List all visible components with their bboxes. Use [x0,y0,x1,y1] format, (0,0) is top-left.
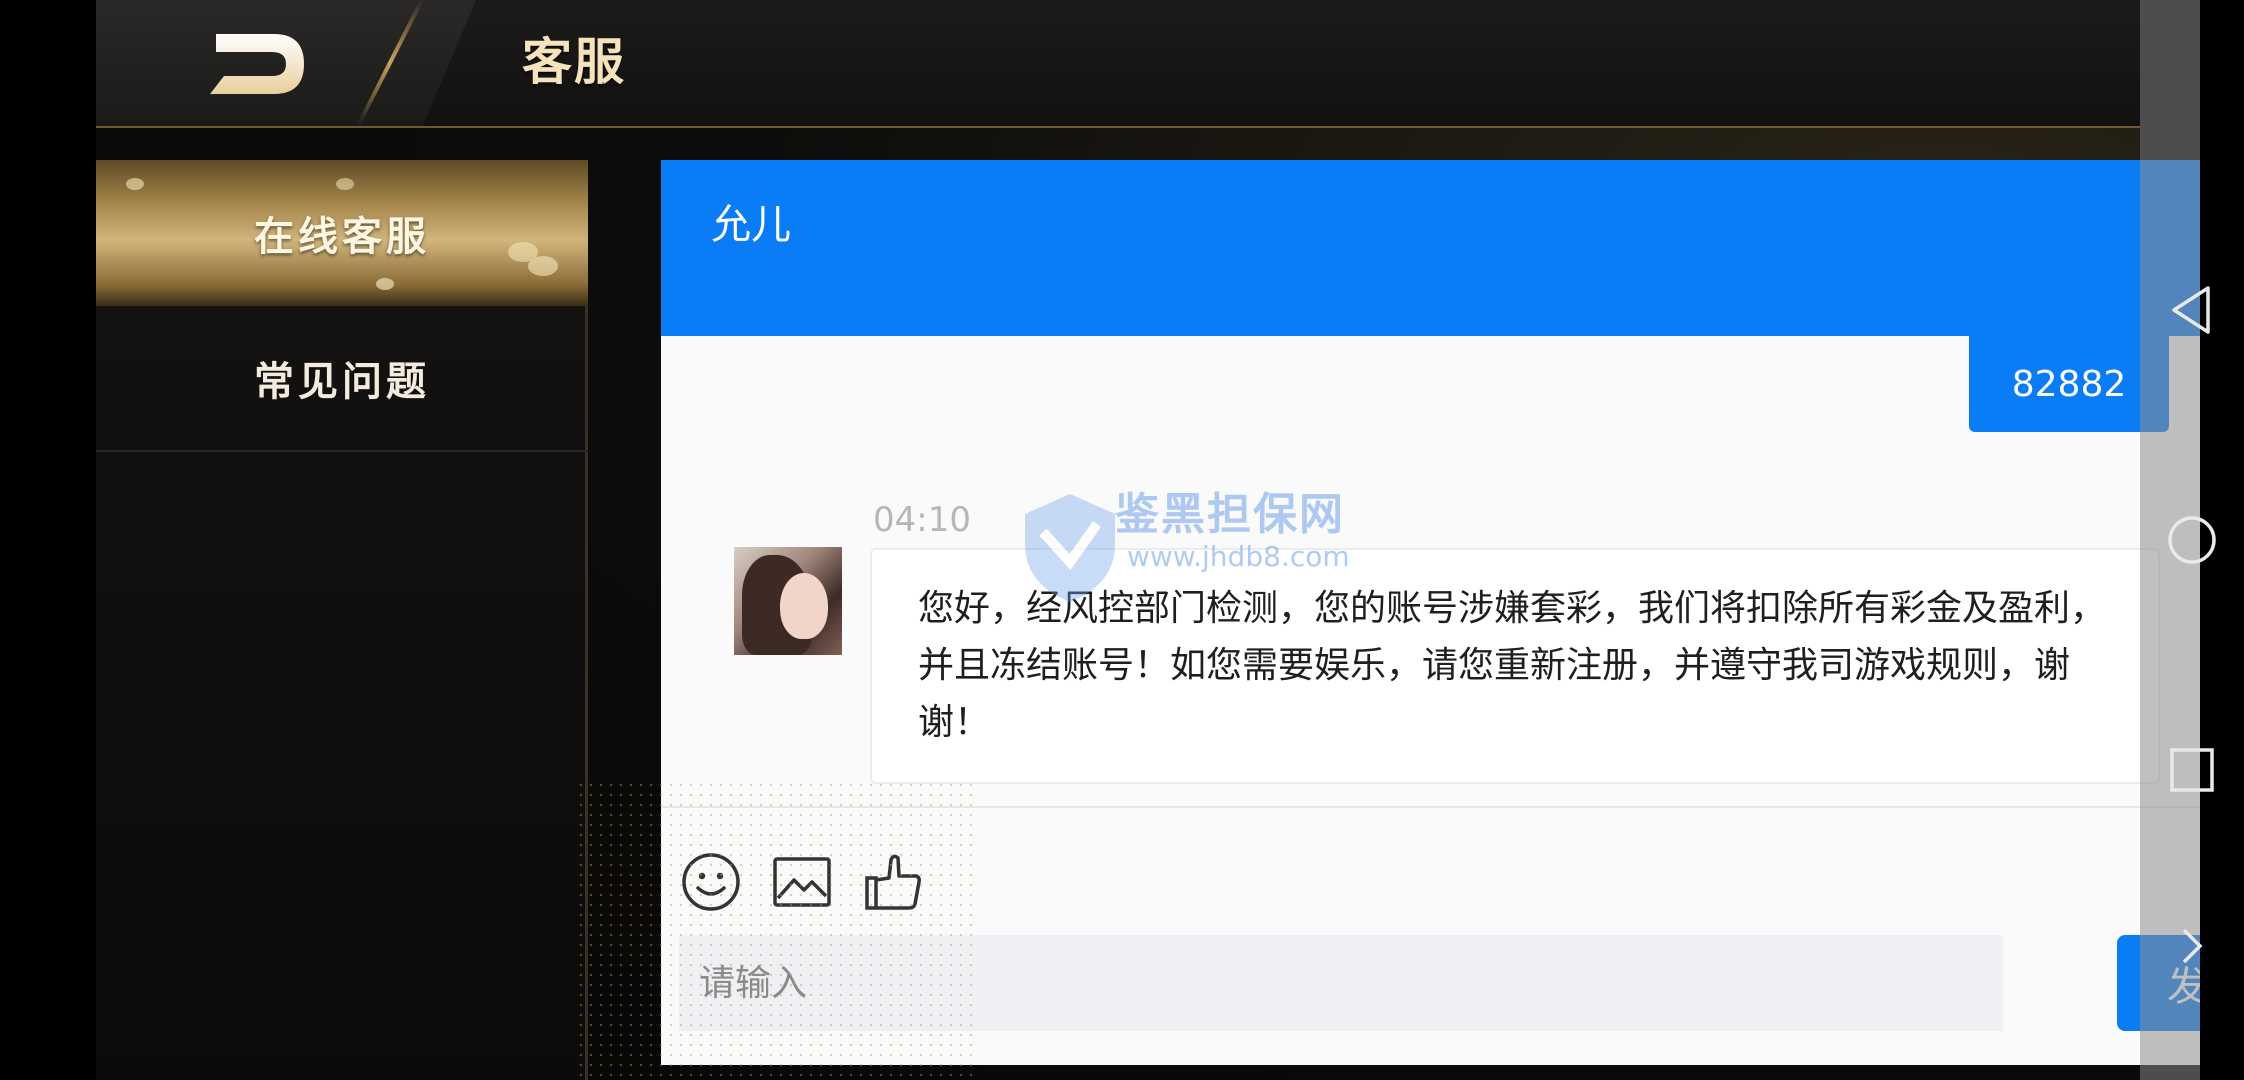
system-recents-button[interactable] [2164,742,2220,798]
back-logo-icon [210,34,304,94]
system-expand-button[interactable] [2172,918,2212,974]
watermark-title: 鉴黑担保网 [1115,489,1345,540]
message-timestamp: 04:10 [873,500,971,540]
image-button[interactable] [770,850,834,914]
message-input[interactable] [679,935,2003,1031]
side-menu: 在线客服 常见问题 [96,160,588,1080]
system-home-button[interactable] [2164,512,2220,568]
chevron-right-icon [2182,928,2203,964]
menu-item-faq[interactable]: 常见问题 [96,306,588,452]
screen: 客服 在线客服 常见问题 允儿 82882 04:10 您好，经风控部门检测，您… [0,0,2244,1080]
menu-item-label: 在线客服 [254,214,430,260]
page-title: 客服 [522,33,626,91]
chat-panel: 允儿 82882 04:10 您好，经风控部门检测，您的账号涉嫌套彩，我们将扣除… [661,160,2244,1065]
outgoing-message: 82882 [1969,336,2169,432]
divider [661,806,2215,808]
app-window: 客服 在线客服 常见问题 允儿 82882 04:10 您好，经风控部门检测，您… [96,0,2244,1080]
thumbs-up-icon [865,854,921,910]
menu-item-label: 常见问题 [254,359,430,405]
system-back-button[interactable] [2164,282,2220,338]
emoji-button[interactable] [679,850,743,914]
menu-item-online-service[interactable]: 在线客服 [96,160,588,306]
agent-name: 允儿 [711,202,791,248]
back-button[interactable] [208,30,308,98]
emoji-icon [682,853,740,911]
incoming-message: 您好，经风控部门检测，您的账号涉嫌套彩，我们将扣除所有彩金及盈利，并且冻结账号！… [870,548,2160,784]
back-triangle-icon [2172,286,2210,334]
like-button[interactable] [861,850,925,914]
chat-header: 允儿 [661,160,2215,336]
image-icon [773,857,831,907]
top-bar: 客服 [96,0,2140,128]
agent-avatar [734,547,842,655]
recents-square-icon [2170,748,2214,792]
home-circle-icon [2168,516,2216,564]
